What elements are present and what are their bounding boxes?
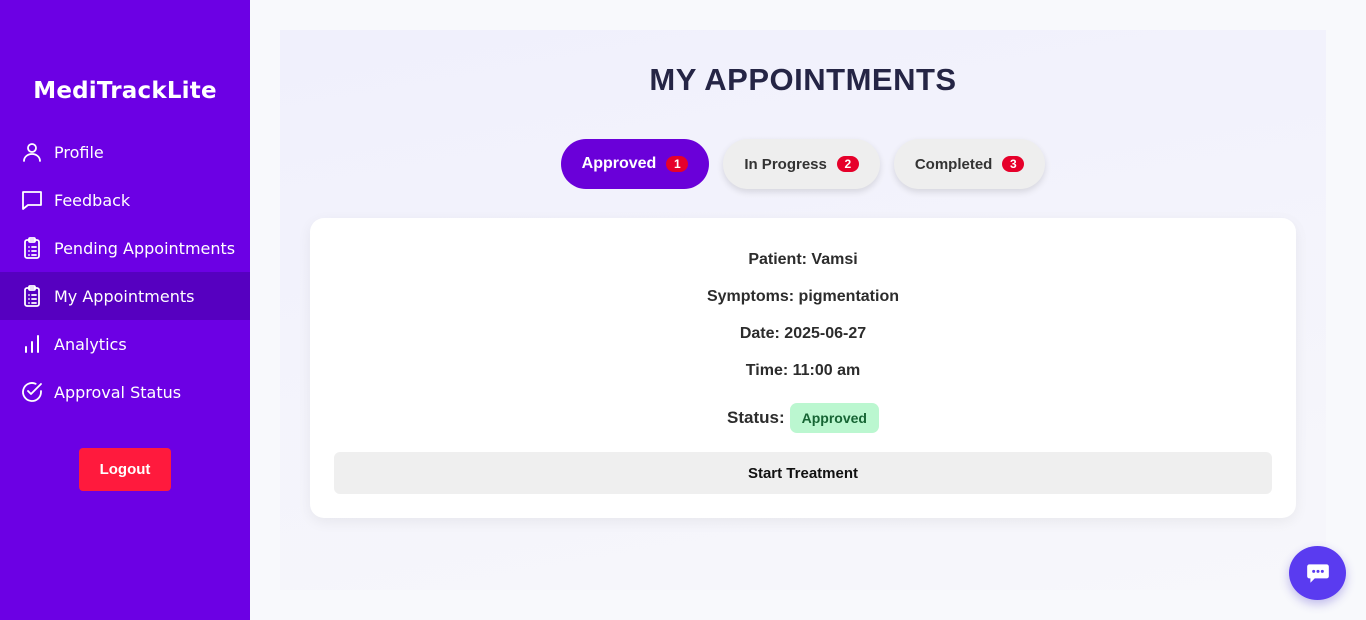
- status-badge: Approved: [789, 403, 879, 433]
- sidebar-item-feedback[interactable]: Feedback: [0, 176, 250, 224]
- symptoms: Symptoms: pigmentation: [706, 288, 899, 305]
- sidebar-item-label: Analytics: [54, 334, 127, 354]
- bar-chart-icon: [25, 335, 39, 353]
- tab-label: Completed: [914, 155, 993, 173]
- sidebar-item-label: Approval Status: [54, 382, 182, 402]
- check-circle-icon: [22, 382, 42, 402]
- sidebar-item-label: Feedback: [54, 190, 131, 210]
- appointment-time: Time: 11:00 am: [745, 362, 861, 379]
- start-treatment-button[interactable]: Start Treatment: [334, 452, 1272, 494]
- sidebar-item-profile[interactable]: Profile: [0, 128, 250, 176]
- chat-button[interactable]: [1289, 546, 1346, 600]
- sidebar-item-my-appointments[interactable]: My Appointments: [0, 272, 250, 320]
- user-icon: [23, 143, 41, 162]
- main-panel: MY APPOINTMENTS Approved 1 In Progress 2…: [280, 30, 1326, 590]
- status-row: Status: Approved: [310, 403, 1296, 433]
- status-tabs: Approved 1 In Progress 2 Completed 3: [280, 139, 1326, 189]
- sidebar-item-analytics[interactable]: Analytics: [0, 320, 250, 368]
- tab-label: Approved: [581, 155, 657, 172]
- sidebar-item-label: My Appointments: [54, 286, 195, 306]
- tab-completed[interactable]: Completed 3: [893, 139, 1046, 189]
- page-title: MY APPOINTMENTS: [649, 62, 957, 97]
- tab-in-progress[interactable]: In Progress 2: [723, 139, 880, 189]
- status-label: Status:: [727, 408, 785, 427]
- count-badge: 1: [666, 156, 689, 172]
- sidebar: MediTrackLite Profile Feedback Pending A…: [0, 0, 250, 620]
- count-badge: 3: [1002, 156, 1025, 172]
- tab-approved[interactable]: Approved 1: [560, 139, 710, 189]
- message-square-icon: [22, 191, 42, 210]
- count-badge: 2: [836, 156, 859, 172]
- brand-title: MediTrackLite: [33, 78, 217, 104]
- appointment-card: Patient: Vamsi Symptoms: pigmentation Da…: [310, 218, 1296, 518]
- sidebar-nav: Profile Feedback Pending Appointments My…: [0, 128, 250, 416]
- sidebar-item-label: Pending Appointments: [54, 238, 236, 258]
- chat-bubble-icon: [1306, 564, 1329, 583]
- tab-label: In Progress: [744, 155, 827, 173]
- sidebar-item-approval-status[interactable]: Approval Status: [0, 368, 250, 416]
- patient-name: Patient: Vamsi: [748, 251, 858, 268]
- sidebar-item-pending-appointments[interactable]: Pending Appointments: [0, 224, 250, 272]
- appointment-date: Date: 2025-06-27: [739, 325, 867, 342]
- sidebar-item-label: Profile: [54, 142, 104, 162]
- logout-button[interactable]: Logout: [79, 448, 171, 491]
- clipboard-list-icon: [24, 237, 40, 259]
- clipboard-list-icon: [24, 285, 40, 307]
